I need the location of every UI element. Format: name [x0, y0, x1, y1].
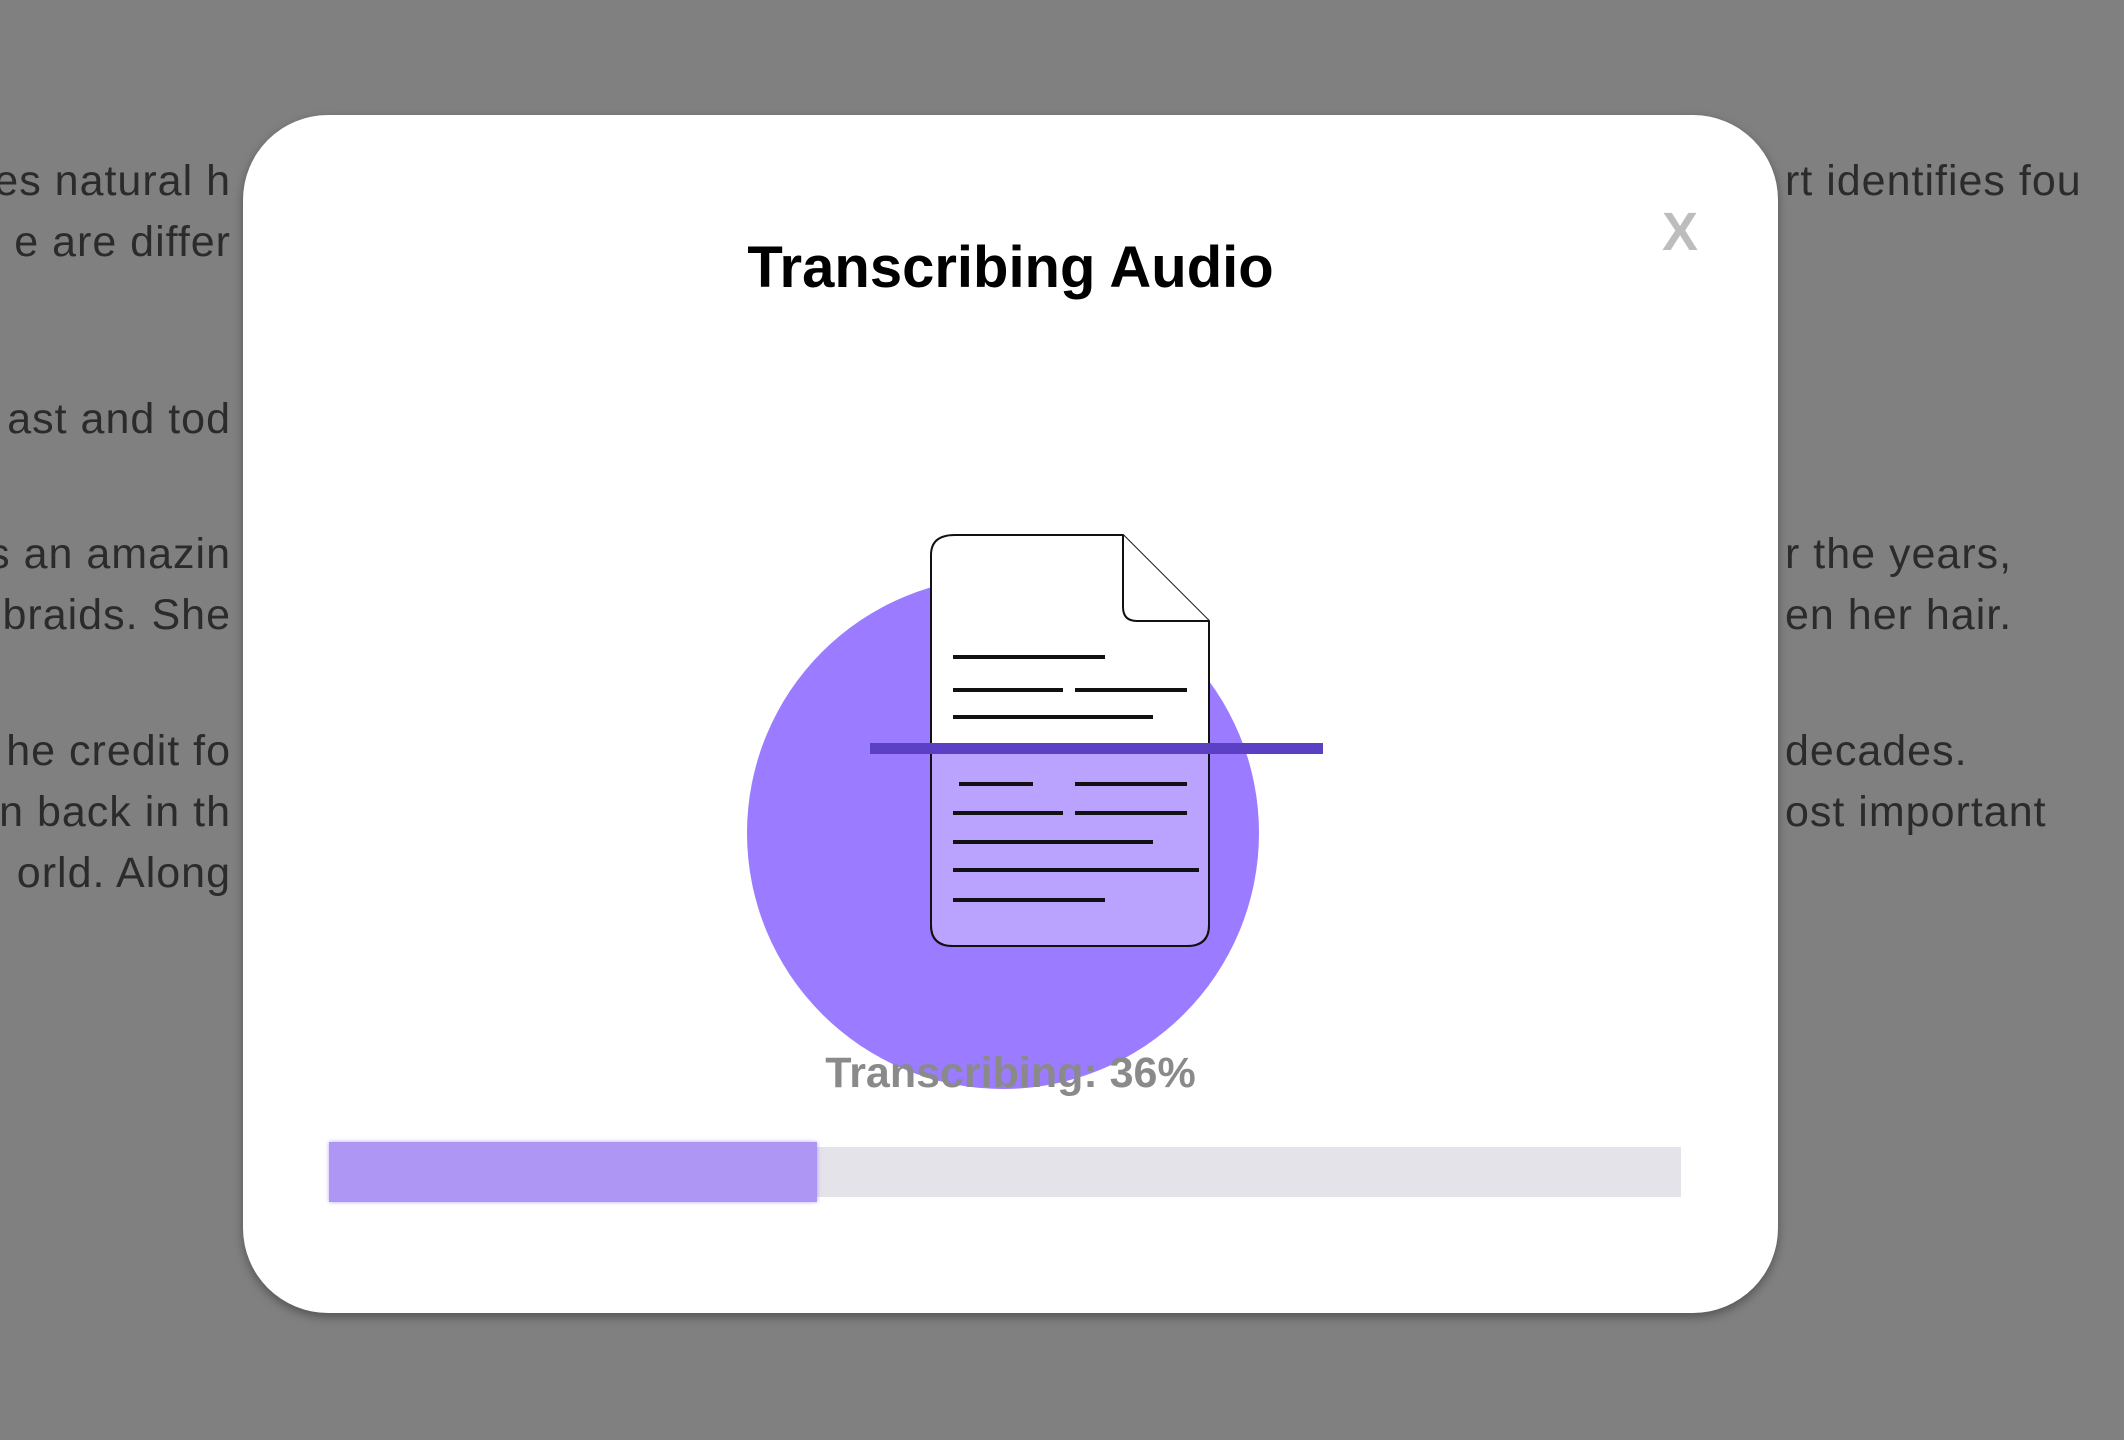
page: es natural h e are differ ast and tod s …	[0, 0, 2124, 1440]
background-text-line: he credit fo	[6, 727, 231, 775]
progress-bar-fill	[329, 1142, 817, 1202]
background-text-line: ast and tod	[7, 395, 231, 443]
background-text-line: en her hair.	[1785, 591, 2013, 639]
document-icon	[930, 534, 1210, 947]
background-text-line: e are differ	[14, 218, 231, 266]
background-text-line: es natural h	[0, 157, 231, 205]
progress-label: Transcribing: 36%	[825, 1049, 1196, 1097]
background-text-line: n back in th	[0, 788, 231, 836]
progress-bar	[329, 1142, 1681, 1202]
transcribing-modal: X Transcribing Audio Transcribing: 36%	[243, 115, 1778, 1313]
modal-title: Transcribing Audio	[747, 235, 1274, 300]
scan-line	[870, 743, 1323, 754]
background-text-line: rt identifies fou	[1785, 157, 2082, 205]
background-text-line: ost important	[1785, 788, 2047, 836]
background-text-line: s an amazin	[0, 530, 231, 578]
background-text-line: r the years,	[1785, 530, 2013, 578]
background-text-line: orld. Along	[16, 849, 231, 897]
transcribe-document-illustration	[747, 534, 1323, 1089]
background-text-line: braids. She	[2, 591, 231, 639]
background-text-line: decades.	[1785, 727, 1968, 775]
